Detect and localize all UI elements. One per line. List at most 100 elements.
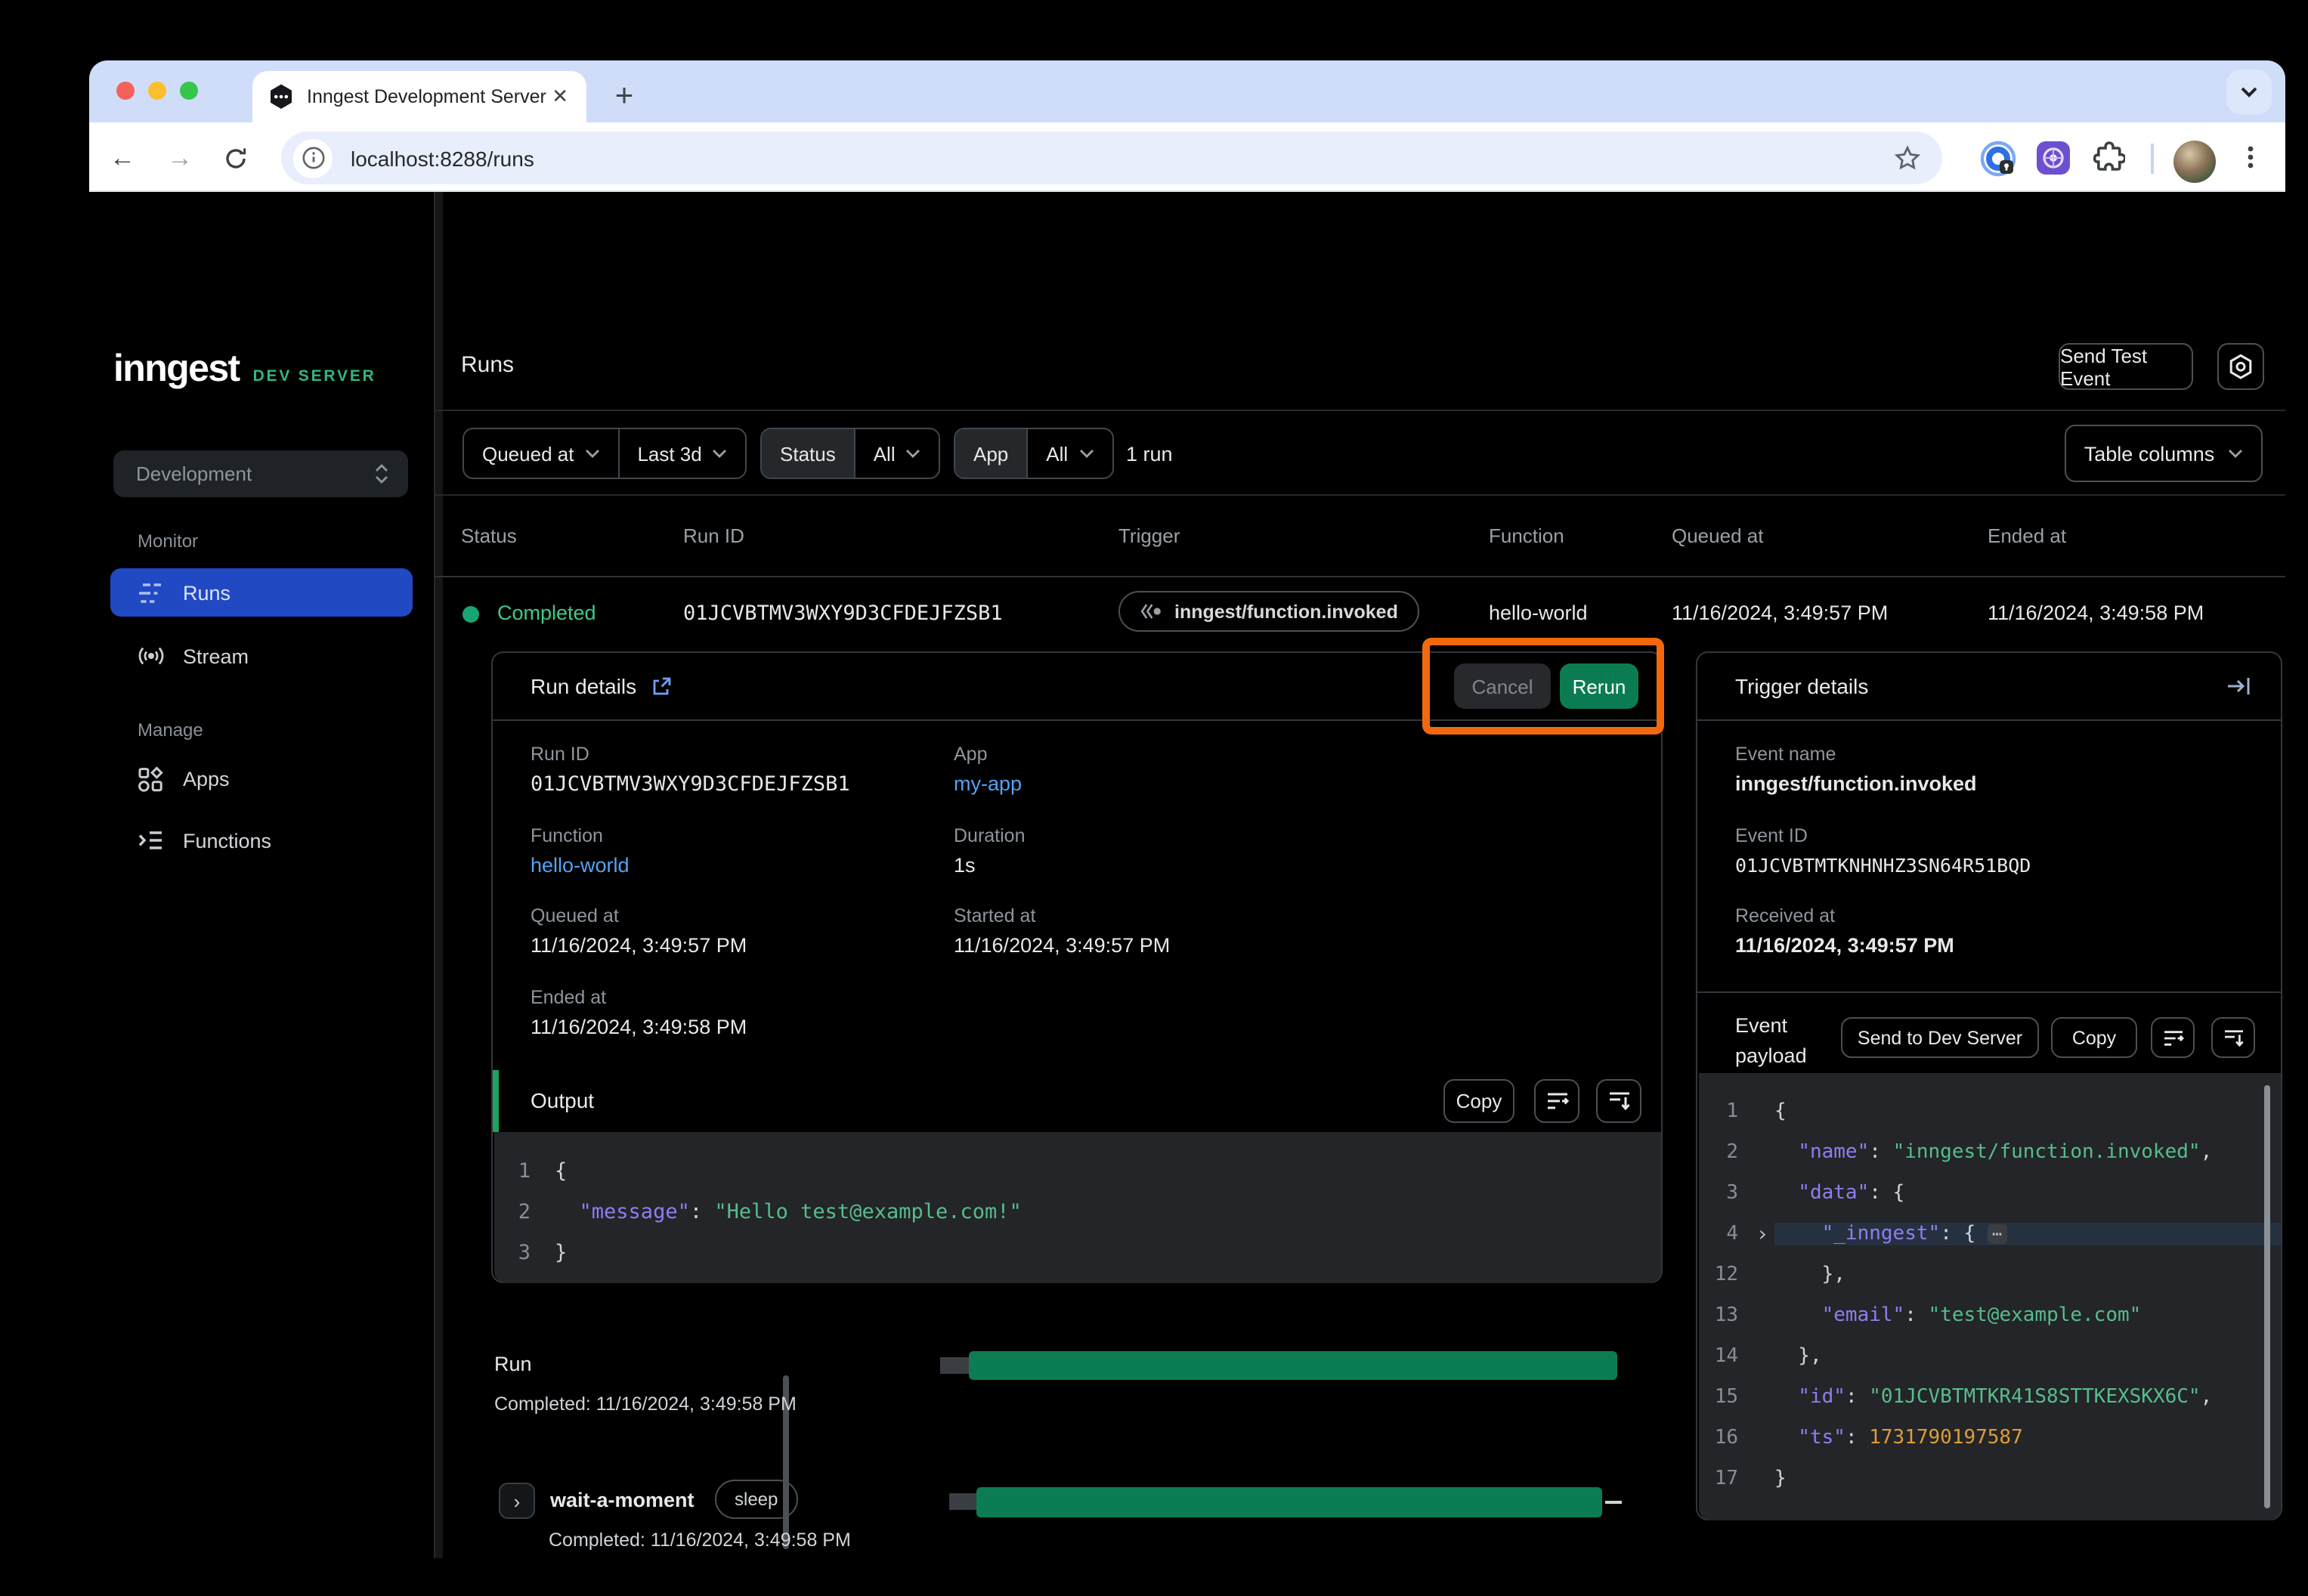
tab-title: Inngest Development Server bbox=[307, 86, 549, 107]
col-trigger[interactable]: Trigger bbox=[1118, 524, 1180, 547]
row-trigger-pill[interactable]: inngest/function.invoked bbox=[1118, 591, 1419, 632]
extension-purple-icon[interactable] bbox=[2036, 141, 2071, 175]
line-number: 4 bbox=[1699, 1223, 1750, 1245]
chevron-down-icon bbox=[713, 449, 728, 458]
timeline-run-bar[interactable] bbox=[969, 1351, 1617, 1380]
browser-tab[interactable]: Inngest Development Server ✕ bbox=[252, 71, 586, 122]
browser-window: Inngest Development Server ✕ + ← → local… bbox=[89, 60, 2285, 1558]
chevron-down-icon bbox=[1078, 449, 1094, 458]
line-number: 2 bbox=[494, 1199, 555, 1223]
close-window-button[interactable] bbox=[116, 82, 135, 100]
minimize-window-button[interactable] bbox=[148, 82, 166, 100]
settings-button[interactable] bbox=[2217, 343, 2264, 390]
password-manager-icon[interactable] bbox=[1980, 141, 2016, 177]
annotation-highlight bbox=[1422, 638, 1664, 735]
output-code-block: 1{2 "message": "Hello test@example.com!"… bbox=[494, 1132, 1661, 1283]
collapse-chevron-icon[interactable]: › bbox=[1750, 1222, 1774, 1246]
code-text: { bbox=[1774, 1100, 2281, 1123]
apps-icon bbox=[138, 766, 183, 791]
time-filter[interactable]: Queued at Last 3d bbox=[463, 428, 747, 479]
sidebar-item-runs[interactable]: Runs bbox=[110, 568, 413, 617]
trigger-details-header: Trigger details bbox=[1697, 653, 2281, 721]
function-link[interactable]: hello-world bbox=[531, 854, 630, 877]
sidebar-item-functions[interactable]: Functions bbox=[110, 816, 413, 865]
site-info-icon[interactable] bbox=[293, 138, 333, 178]
send-to-dev-server-button[interactable]: Send to Dev Server bbox=[1841, 1017, 2039, 1058]
trigger-details-panel: Trigger details Event name inngest/funct… bbox=[1696, 651, 2282, 1520]
runs-icon bbox=[138, 581, 183, 604]
trigger-details-title: Trigger details bbox=[1735, 674, 1868, 698]
step-expand-button[interactable]: › bbox=[499, 1483, 535, 1519]
main-scrollbar[interactable] bbox=[435, 192, 443, 1558]
row-status: Completed bbox=[497, 602, 596, 624]
sidebar-item-label: Runs bbox=[183, 581, 230, 604]
payload-wrap-icon[interactable] bbox=[2151, 1017, 2195, 1058]
code-line: 3} bbox=[494, 1232, 1661, 1273]
chevron-down-icon bbox=[584, 449, 599, 458]
row-trigger-name: inngest/function.invoked bbox=[1174, 601, 1398, 622]
app-filter-value: All bbox=[1046, 442, 1068, 465]
bookmark-star-icon[interactable] bbox=[1894, 144, 1921, 172]
sidebar-item-stream[interactable]: Stream bbox=[110, 632, 413, 680]
code-text: } bbox=[1774, 1468, 2281, 1490]
queued-at-label: Queued at bbox=[531, 905, 619, 926]
forward-button[interactable]: → bbox=[160, 139, 200, 178]
code-text: }, bbox=[1774, 1345, 2281, 1368]
payload-copy-button[interactable]: Copy bbox=[2051, 1017, 2137, 1058]
app-label: App bbox=[954, 744, 988, 765]
sidebar-item-label: Functions bbox=[183, 829, 271, 852]
line-number: 3 bbox=[494, 1240, 555, 1264]
app-filter[interactable]: App All bbox=[954, 428, 1113, 479]
col-function[interactable]: Function bbox=[1489, 524, 1564, 547]
event-id-label: Event ID bbox=[1735, 825, 1808, 846]
queued-at-value: 11/16/2024, 3:49:57 PM bbox=[531, 934, 747, 957]
col-run-id[interactable]: Run ID bbox=[683, 524, 744, 547]
step-name: wait-a-moment bbox=[550, 1489, 695, 1511]
payload-expand-icon[interactable] bbox=[2211, 1017, 2255, 1058]
step-kind-badge: sleep bbox=[715, 1480, 797, 1519]
payload-scrollbar[interactable] bbox=[2264, 1085, 2269, 1508]
status-filter[interactable]: Status All bbox=[760, 428, 941, 479]
event-id-value: 01JCVBTMTKNHNHZ3SN64R51BQD bbox=[1735, 854, 2031, 877]
app-link[interactable]: my-app bbox=[954, 772, 1022, 795]
output-expand-icon[interactable] bbox=[1596, 1079, 1641, 1123]
col-queued-at[interactable]: Queued at bbox=[1672, 524, 1763, 547]
address-bar[interactable]: localhost:8288/runs bbox=[281, 131, 1942, 184]
back-button[interactable]: ← bbox=[103, 139, 142, 178]
code-line[interactable]: 4› "_inngest": { ⋯ bbox=[1699, 1214, 2281, 1254]
chevron-down-icon bbox=[2240, 86, 2258, 98]
line-number: 17 bbox=[1699, 1468, 1750, 1490]
profile-avatar[interactable] bbox=[2173, 141, 2216, 183]
collapse-panel-icon[interactable] bbox=[2226, 676, 2251, 697]
code-text: "_inngest": { ⋯ bbox=[1774, 1223, 2281, 1245]
menu-kebab-icon[interactable] bbox=[2237, 144, 2264, 171]
dev-server-badge: DEV SERVER bbox=[253, 367, 376, 385]
external-link-icon[interactable] bbox=[651, 676, 671, 696]
code-line: 14 }, bbox=[1699, 1336, 2281, 1377]
tab-close-icon[interactable]: ✕ bbox=[549, 85, 571, 109]
code-line: 13 "email": "test@example.com" bbox=[1699, 1295, 2281, 1336]
col-ended-at[interactable]: Ended at bbox=[1988, 524, 2066, 547]
extensions-puzzle-icon[interactable] bbox=[2093, 141, 2125, 172]
send-test-event-button[interactable]: Send Test Event bbox=[2059, 343, 2193, 390]
timeline-step-end-tick bbox=[1605, 1501, 1622, 1504]
output-wrap-icon[interactable] bbox=[1534, 1079, 1579, 1123]
reload-button[interactable] bbox=[216, 139, 255, 178]
line-number: 2 bbox=[1699, 1141, 1750, 1164]
event-name-label: Event name bbox=[1735, 744, 1836, 765]
code-text: "id": "01JCVBTMTKR41S8STTKEXSKX6C", bbox=[1774, 1386, 2281, 1409]
sidebar-item-label: Stream bbox=[183, 645, 249, 667]
tab-search-button[interactable] bbox=[2226, 70, 2272, 115]
row-queued-at: 11/16/2024, 3:49:57 PM bbox=[1672, 602, 1888, 624]
function-label: Function bbox=[531, 825, 603, 846]
output-header[interactable]: Output Copy bbox=[493, 1070, 1661, 1132]
timeline-step-bar[interactable] bbox=[976, 1487, 1602, 1517]
table-columns-button[interactable]: Table columns bbox=[2065, 425, 2263, 482]
new-tab-button[interactable]: + bbox=[603, 76, 645, 118]
environment-select[interactable]: Development bbox=[113, 450, 408, 497]
output-copy-button[interactable]: Copy bbox=[1443, 1079, 1514, 1123]
zoom-window-button[interactable] bbox=[180, 82, 198, 100]
sidebar-item-apps[interactable]: Apps bbox=[110, 754, 413, 803]
table-row[interactable]: Completed 01JCVBTMV3WXY9D3CFDEJFZSB1 inn… bbox=[435, 577, 2285, 650]
col-status[interactable]: Status bbox=[461, 524, 517, 547]
